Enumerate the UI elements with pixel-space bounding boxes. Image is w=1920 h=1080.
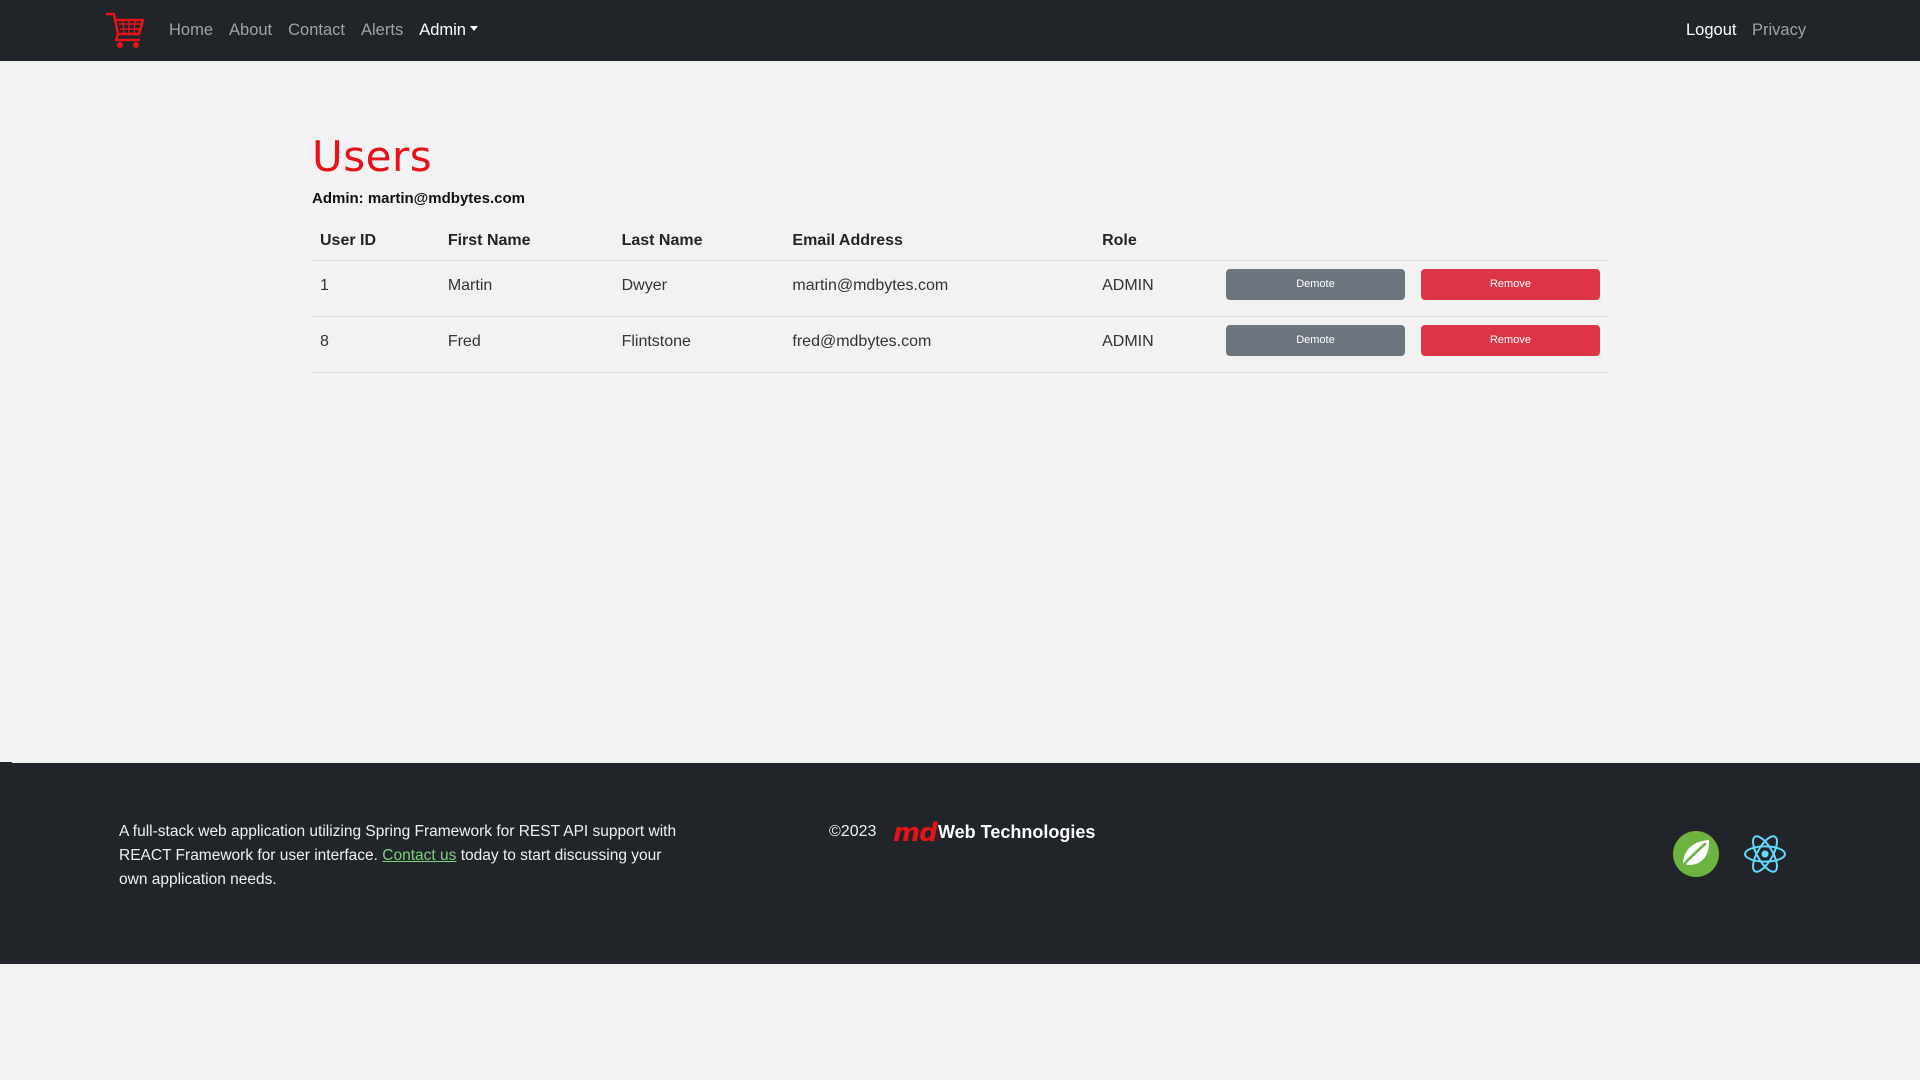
column-header-last-name: Last Name (613, 222, 785, 261)
users-table: User ID First Name Last Name Email Addre… (312, 222, 1608, 373)
page-footer: A full-stack web application utilizing S… (0, 763, 1920, 964)
cell-email: martin@mdbytes.com (784, 260, 1095, 317)
spring-icon[interactable] (1672, 830, 1720, 878)
cell-first-name: Fred (439, 316, 614, 373)
cell-email: fred@mdbytes.com (784, 316, 1095, 373)
remove-button[interactable]: Remove (1420, 324, 1600, 356)
nav-admin-dropdown[interactable]: Admin (419, 21, 478, 40)
nav-privacy-link[interactable]: Privacy (1752, 0, 1806, 61)
demote-button[interactable]: Demote (1225, 324, 1405, 356)
column-header-role: Role (1094, 222, 1218, 261)
column-header-first-name: First Name (439, 222, 614, 261)
cell-remove: Remove (1412, 316, 1608, 373)
cell-role: ADMIN (1094, 316, 1218, 373)
cell-first-name: Martin (439, 260, 614, 317)
demote-button[interactable]: Demote (1225, 268, 1405, 300)
cell-role: ADMIN (1094, 260, 1218, 317)
react-icon[interactable] (1742, 831, 1788, 877)
column-header-email: Email Address (784, 222, 1095, 261)
top-navbar: Home About Contact Alerts Admin Logout P… (0, 0, 1920, 61)
copyright-text: ©2023 (829, 823, 877, 840)
table-row: 1 Martin Dwyer martin@mdbytes.com ADMIN … (312, 260, 1608, 317)
page-title: Users (312, 132, 433, 181)
admin-email-label: Admin: martin@mdbytes.com (312, 190, 525, 207)
cell-demote: Demote (1217, 260, 1413, 317)
company-name: Web Technologies (938, 822, 1096, 842)
nav-logout-link[interactable]: Logout (1686, 0, 1736, 61)
column-header-action-demote (1217, 222, 1413, 261)
column-header-action-remove (1412, 222, 1608, 261)
cell-last-name: Dwyer (613, 260, 785, 317)
nav-alerts-link[interactable]: Alerts (361, 21, 403, 40)
nav-home-link[interactable]: Home (169, 21, 213, 40)
shopping-cart-icon[interactable] (106, 10, 146, 50)
table-header-row: User ID First Name Last Name Email Addre… (312, 222, 1608, 261)
nav-contact-link[interactable]: Contact (288, 21, 345, 40)
caret-down-icon (469, 26, 478, 32)
nav-about-link[interactable]: About (229, 21, 272, 40)
footer-description: A full-stack web application utilizing S… (119, 820, 679, 892)
remove-button[interactable]: Remove (1420, 268, 1600, 300)
cell-last-name: Flintstone (613, 316, 785, 373)
cell-user-id: 1 (312, 260, 440, 317)
cell-remove: Remove (1412, 260, 1608, 317)
main-nav: Home About Contact Alerts Admin (169, 0, 494, 61)
cell-user-id: 8 (312, 316, 440, 373)
nav-admin-label: Admin (419, 21, 466, 39)
md-logo: md (893, 818, 938, 848)
column-header-user-id: User ID (312, 222, 440, 261)
cell-demote: Demote (1217, 316, 1413, 373)
table-row: 8 Fred Flintstone fred@mdbytes.com ADMIN… (312, 316, 1608, 373)
contact-us-link[interactable]: Contact us (382, 847, 456, 864)
